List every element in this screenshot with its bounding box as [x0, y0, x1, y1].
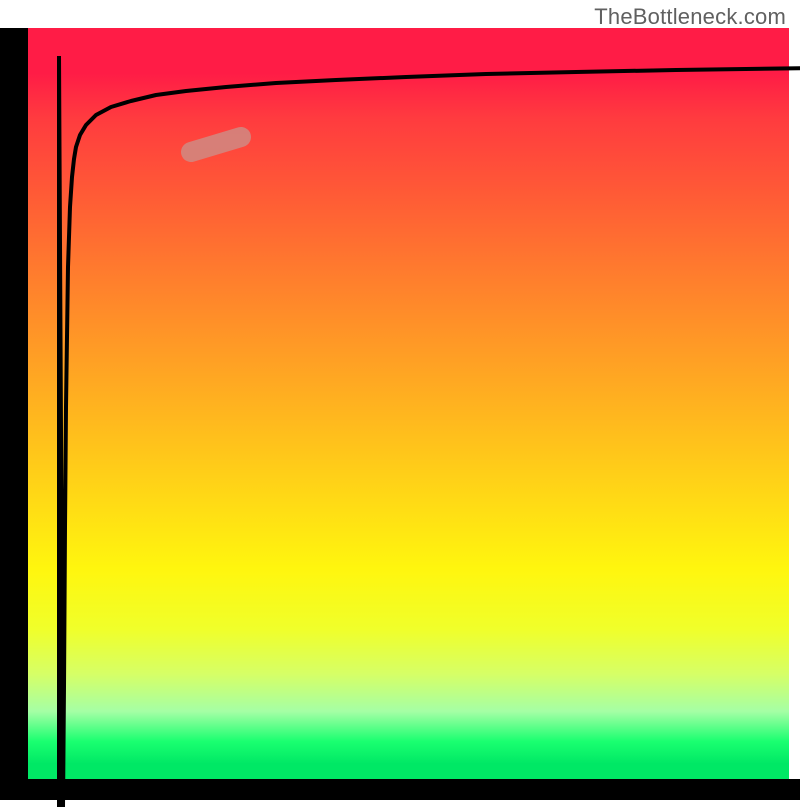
chart-svg [56, 56, 800, 807]
bottleneck-curve [59, 56, 800, 807]
watermark-text: TheBottleneck.com [594, 4, 786, 30]
y-axis [0, 28, 28, 779]
plot-area [28, 28, 789, 779]
highlight-segment [191, 137, 241, 152]
